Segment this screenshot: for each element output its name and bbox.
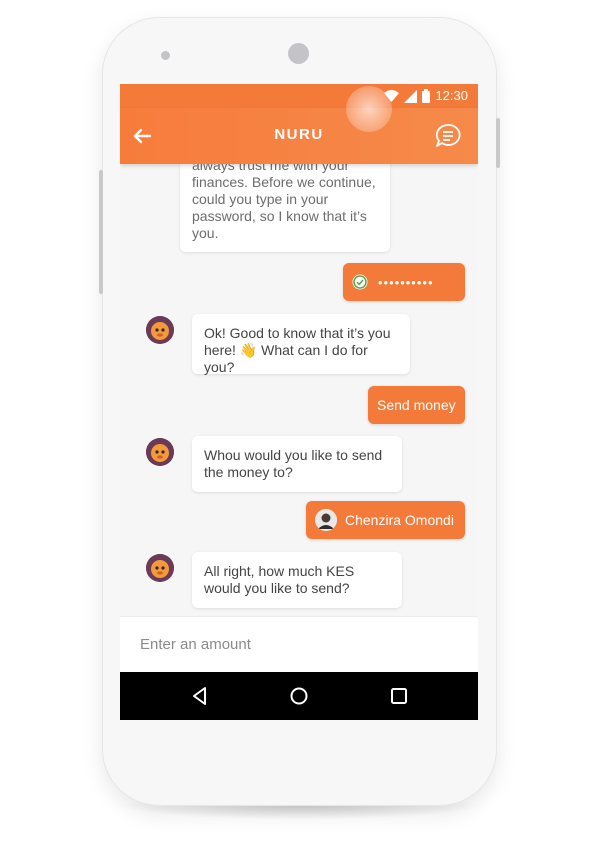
check-circle-icon (352, 274, 368, 290)
user-message-password: •••••••••• (343, 263, 465, 301)
bot-message-text: All right, how much KES would you like t… (204, 563, 355, 596)
nav-home-icon[interactable] (287, 684, 311, 708)
status-bar: 12:30 (120, 84, 478, 108)
password-dots: •••••••••• (378, 274, 434, 290)
proximity-sensor (161, 51, 170, 60)
bot-avatar (146, 554, 174, 582)
signal-icon (404, 89, 417, 103)
status-icons (384, 89, 430, 103)
chat-icon[interactable] (434, 122, 462, 150)
bot-message: Whou would you like to send the money to… (192, 436, 402, 492)
bot-message-text: Ok! Good to know that it’s you here! 👋 W… (204, 325, 391, 375)
bot-message: All right, how much KES would you like t… (192, 552, 402, 608)
volume-button (99, 170, 103, 294)
bot-avatar (146, 316, 174, 344)
amount-input[interactable] (138, 635, 442, 654)
app-screen: All right! You know, you can always trus… (120, 84, 478, 720)
status-time: 12:30 (435, 88, 468, 103)
user-message-text: Chenzira Omondi (345, 512, 454, 528)
battery-icon (422, 89, 430, 103)
bot-message: Ok! Good to know that it’s you here! 👋 W… (192, 314, 410, 375)
chat-thread: All right! You know, you can always trus… (120, 124, 478, 616)
navigation-bar (120, 672, 478, 720)
message-input-bar (120, 616, 478, 673)
contact-avatar (315, 509, 337, 531)
user-message-contact: Chenzira Omondi (306, 501, 465, 539)
front-camera (288, 43, 309, 64)
nav-back-icon[interactable] (188, 684, 212, 708)
bot-avatar (146, 438, 174, 466)
user-message: Send money (368, 386, 465, 424)
app-bar: NURU (120, 108, 478, 164)
app-title: NURU (274, 126, 324, 143)
user-message-text: Send money (377, 397, 456, 413)
nav-recents-icon[interactable] (387, 684, 411, 708)
bot-message-text: Whou would you like to send the money to… (204, 447, 383, 480)
touch-indicator (346, 86, 392, 132)
power-button (496, 118, 500, 168)
